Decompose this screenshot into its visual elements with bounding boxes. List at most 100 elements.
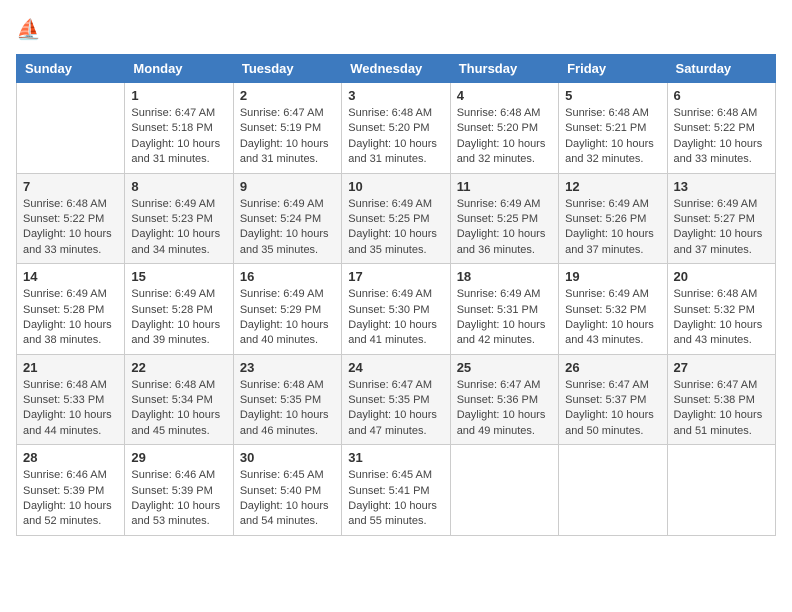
calendar-week-row: 14 Sunrise: 6:49 AM Sunset: 5:28 PM Dayli… — [17, 264, 776, 355]
day-number: 12 — [565, 179, 660, 194]
header-thursday: Thursday — [450, 55, 558, 83]
calendar-cell: 16Sunrise: 6:49 AM Sunset: 5:29 PM Dayli… — [233, 264, 341, 355]
day-info: Sunrise: 6:47 AM Sunset: 5:35 PM Dayligh… — [348, 378, 443, 440]
day-info: Sunrise: 6:49 AM Sunset: 5:29 PM Dayligh… — [240, 287, 335, 349]
day-number: 22 — [131, 360, 226, 375]
day-info: Sunrise: 6:47 AM Sunset: 5:18 PM Dayligh… — [131, 106, 226, 168]
calendar-cell: 9Sunrise: 6:49 AM Sunset: 5:24 PM Daylig… — [233, 173, 341, 264]
calendar-table: SundayMondayTuesdayWednesdayThursdayFrid… — [16, 54, 776, 536]
calendar-cell: 2Sunrise: 6:47 AM Sunset: 5:19 PM Daylig… — [233, 83, 341, 174]
calendar-cell: 17Sunrise: 6:49 AM Sunset: 5:30 PM Dayli… — [342, 264, 450, 355]
day-info: Sunrise: 6:48 AM Sunset: 5:22 PM Dayligh… — [674, 106, 769, 168]
calendar-cell: 8 Sunrise: 6:49 AM Sunset: 5:23 PM Daylig… — [125, 173, 233, 264]
calendar-cell: 4 Sunrise: 6:48 AM Sunset: 5:20 PM Daylig… — [450, 83, 558, 174]
day-number: 24 — [348, 360, 443, 375]
header-tuesday: Tuesday — [233, 55, 341, 83]
calendar-week-row: 1 Sunrise: 6:47 AM Sunset: 5:18 PM Daylig… — [17, 83, 776, 174]
day-info: Sunrise: 6:49 AM Sunset: 5:25 PM Dayligh… — [457, 197, 552, 259]
day-info: Sunrise: 6:48 AM Sunset: 5:20 PM Dayligh… — [348, 106, 443, 168]
calendar-cell: 10 Sunrise: 6:49 AM Sunset: 5:25 PM Dayli… — [342, 173, 450, 264]
day-info: Sunrise: 6:49 AM Sunset: 5:23 PM Dayligh… — [131, 197, 226, 259]
day-number: 29 — [131, 450, 226, 465]
day-number: 25 — [457, 360, 552, 375]
calendar-cell — [17, 83, 125, 174]
day-number: 4 — [457, 88, 552, 103]
logo-icon: ⛵ — [16, 16, 44, 44]
calendar-cell: 18 Sunrise: 6:49 AM Sunset: 5:31 PM Dayli… — [450, 264, 558, 355]
calendar-cell: 13 Sunrise: 6:49 AM Sunset: 5:27 PM Dayli… — [667, 173, 775, 264]
day-info: Sunrise: 6:48 AM Sunset: 5:34 PM Dayligh… — [131, 378, 226, 440]
day-number: 21 — [23, 360, 118, 375]
calendar-cell: 15Sunrise: 6:49 AM Sunset: 5:28 PM Dayli… — [125, 264, 233, 355]
day-info: Sunrise: 6:48 AM Sunset: 5:21 PM Dayligh… — [565, 106, 660, 168]
day-number: 1 — [131, 88, 226, 103]
day-info: Sunrise: 6:45 AM Sunset: 5:41 PM Dayligh… — [348, 468, 443, 530]
calendar-cell: 21 Sunrise: 6:48 AM Sunset: 5:33 PM Dayli… — [17, 354, 125, 445]
day-info: Sunrise: 6:49 AM Sunset: 5:28 PM Dayligh… — [131, 287, 226, 349]
calendar-cell: 3 Sunrise: 6:48 AM Sunset: 5:20 PM Daylig… — [342, 83, 450, 174]
calendar-cell: 12 Sunrise: 6:49 AM Sunset: 5:26 PM Dayli… — [559, 173, 667, 264]
calendar-header-row: SundayMondayTuesdayWednesdayThursdayFrid… — [17, 55, 776, 83]
day-number: 14 — [23, 269, 118, 284]
calendar-cell: 29 Sunrise: 6:46 AM Sunset: 5:39 PM Dayli… — [125, 445, 233, 536]
calendar-cell: 28Sunrise: 6:46 AM Sunset: 5:39 PM Dayli… — [17, 445, 125, 536]
header-saturday: Saturday — [667, 55, 775, 83]
day-info: Sunrise: 6:49 AM Sunset: 5:27 PM Dayligh… — [674, 197, 769, 259]
calendar-cell: 5 Sunrise: 6:48 AM Sunset: 5:21 PM Daylig… — [559, 83, 667, 174]
day-info: Sunrise: 6:49 AM Sunset: 5:32 PM Dayligh… — [565, 287, 660, 349]
calendar-cell: 31 Sunrise: 6:45 AM Sunset: 5:41 PM Dayli… — [342, 445, 450, 536]
calendar-cell: 1 Sunrise: 6:47 AM Sunset: 5:18 PM Daylig… — [125, 83, 233, 174]
day-number: 13 — [674, 179, 769, 194]
day-info: Sunrise: 6:48 AM Sunset: 5:32 PM Dayligh… — [674, 287, 769, 349]
day-info: Sunrise: 6:48 AM Sunset: 5:20 PM Dayligh… — [457, 106, 552, 168]
calendar-week-row: 7Sunrise: 6:48 AM Sunset: 5:22 PM Daylig… — [17, 173, 776, 264]
calendar-cell — [559, 445, 667, 536]
calendar-cell: 11Sunrise: 6:49 AM Sunset: 5:25 PM Dayli… — [450, 173, 558, 264]
calendar-week-row: 21 Sunrise: 6:48 AM Sunset: 5:33 PM Dayli… — [17, 354, 776, 445]
page-header: ⛵ — [16, 16, 776, 44]
calendar-cell: 7Sunrise: 6:48 AM Sunset: 5:22 PM Daylig… — [17, 173, 125, 264]
day-number: 7 — [23, 179, 118, 194]
calendar-cell: 20Sunrise: 6:48 AM Sunset: 5:32 PM Dayli… — [667, 264, 775, 355]
calendar-cell: 14 Sunrise: 6:49 AM Sunset: 5:28 PM Dayli… — [17, 264, 125, 355]
day-number: 18 — [457, 269, 552, 284]
calendar-cell: 19 Sunrise: 6:49 AM Sunset: 5:32 PM Dayli… — [559, 264, 667, 355]
day-info: Sunrise: 6:49 AM Sunset: 5:31 PM Dayligh… — [457, 287, 552, 349]
day-info: Sunrise: 6:49 AM Sunset: 5:28 PM Dayligh… — [23, 287, 118, 349]
day-number: 5 — [565, 88, 660, 103]
day-number: 6 — [674, 88, 769, 103]
calendar-cell: 24 Sunrise: 6:47 AM Sunset: 5:35 PM Dayli… — [342, 354, 450, 445]
calendar-cell: 26 Sunrise: 6:47 AM Sunset: 5:37 PM Dayli… — [559, 354, 667, 445]
day-info: Sunrise: 6:49 AM Sunset: 5:26 PM Dayligh… — [565, 197, 660, 259]
calendar-cell: 27Sunrise: 6:47 AM Sunset: 5:38 PM Dayli… — [667, 354, 775, 445]
day-info: Sunrise: 6:49 AM Sunset: 5:24 PM Dayligh… — [240, 197, 335, 259]
calendar-cell: 6 Sunrise: 6:48 AM Sunset: 5:22 PM Daylig… — [667, 83, 775, 174]
day-number: 19 — [565, 269, 660, 284]
calendar-cell: 30 Sunrise: 6:45 AM Sunset: 5:40 PM Dayli… — [233, 445, 341, 536]
day-info: Sunrise: 6:45 AM Sunset: 5:40 PM Dayligh… — [240, 468, 335, 530]
calendar-cell: 23 Sunrise: 6:48 AM Sunset: 5:35 PM Dayli… — [233, 354, 341, 445]
day-info: Sunrise: 6:47 AM Sunset: 5:37 PM Dayligh… — [565, 378, 660, 440]
day-info: Sunrise: 6:49 AM Sunset: 5:25 PM Dayligh… — [348, 197, 443, 259]
day-number: 28 — [23, 450, 118, 465]
day-number: 23 — [240, 360, 335, 375]
day-info: Sunrise: 6:48 AM Sunset: 5:35 PM Dayligh… — [240, 378, 335, 440]
day-number: 31 — [348, 450, 443, 465]
day-number: 8 — [131, 179, 226, 194]
calendar-week-row: 28 Sunrise: 6:46 AM Sunset: 5:39 PM Dayli… — [17, 445, 776, 536]
day-number: 26 — [565, 360, 660, 375]
day-number: 10 — [348, 179, 443, 194]
calendar-cell — [667, 445, 775, 536]
day-number: 30 — [240, 450, 335, 465]
header-monday: Monday — [125, 55, 233, 83]
day-info: Sunrise: 6:46 AM Sunset: 5:39 PM Dayligh… — [131, 468, 226, 530]
day-info: Sunrise: 6:48 AM Sunset: 5:33 PM Dayligh… — [23, 378, 118, 440]
day-number: 3 — [348, 88, 443, 103]
header-wednesday: Wednesday — [342, 55, 450, 83]
logo: ⛵ — [16, 16, 48, 44]
day-info: Sunrise: 6:47 AM Sunset: 5:19 PM Dayligh… — [240, 106, 335, 168]
svg-text:⛵: ⛵ — [16, 17, 41, 41]
header-friday: Friday — [559, 55, 667, 83]
calendar-cell — [450, 445, 558, 536]
calendar-cell: 25Sunrise: 6:47 AM Sunset: 5:36 PM Dayli… — [450, 354, 558, 445]
